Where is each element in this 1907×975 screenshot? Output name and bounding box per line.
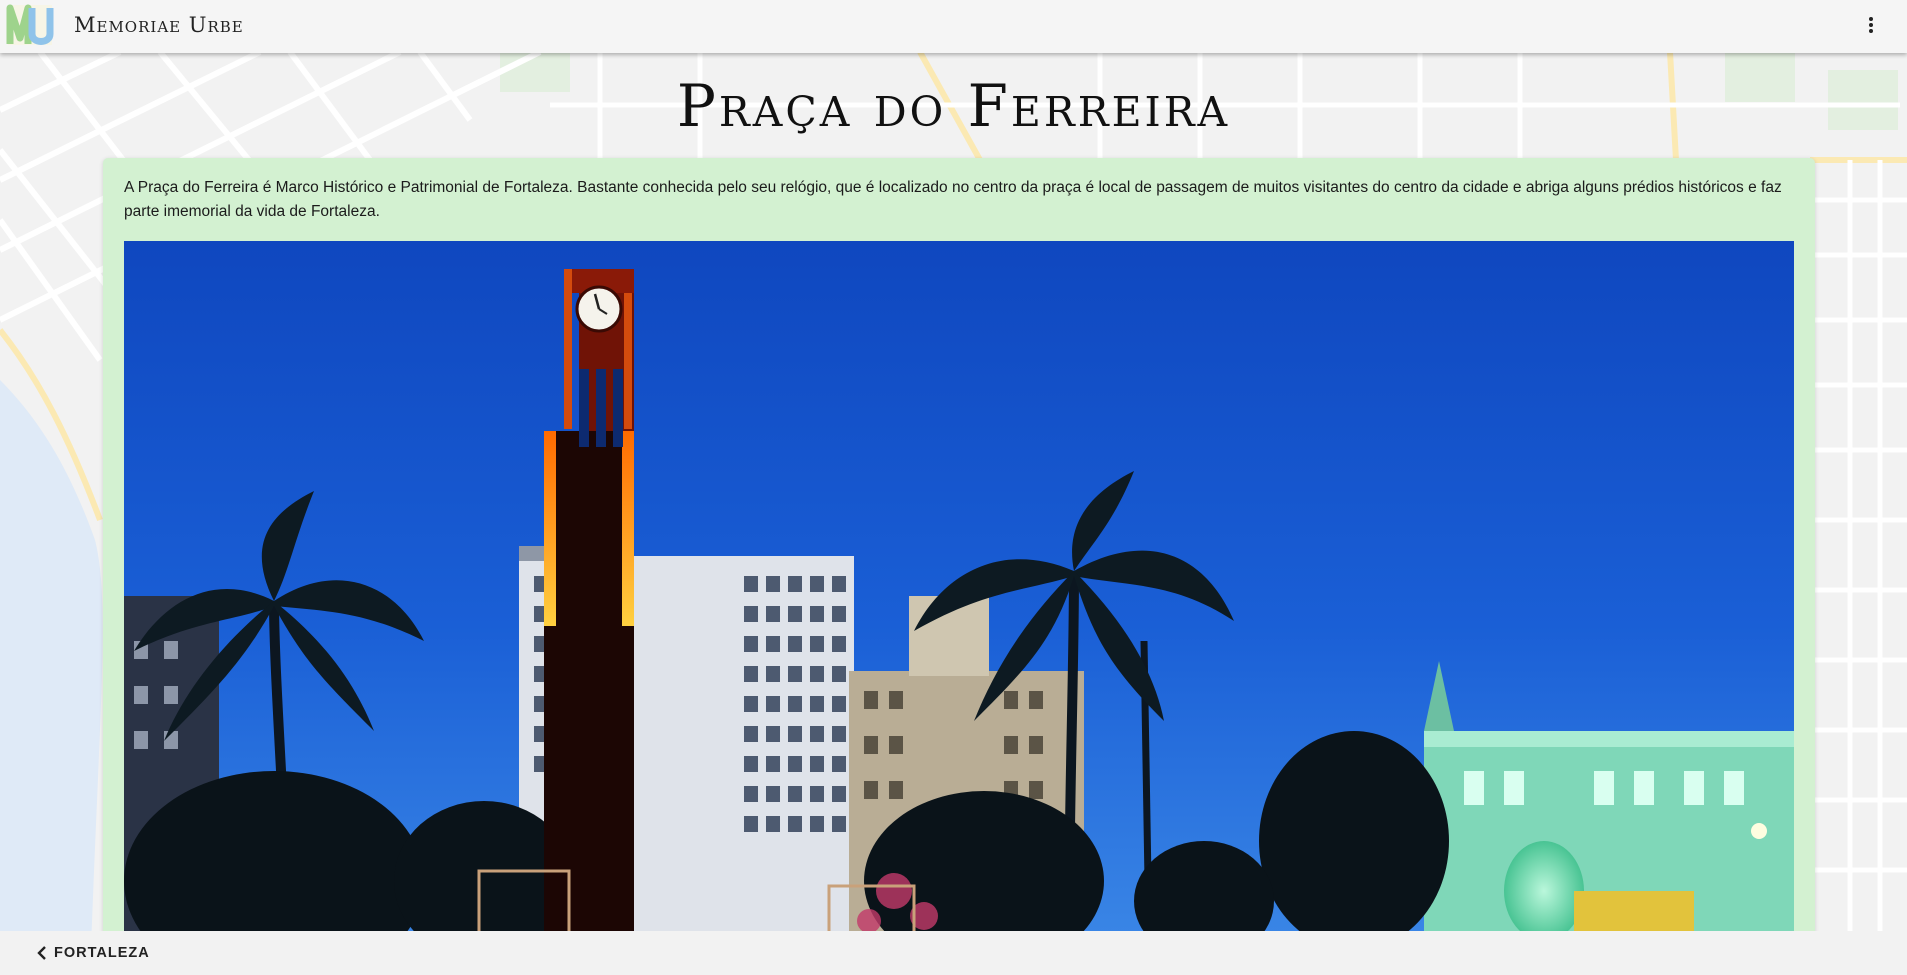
back-to-fortaleza-button[interactable]: FORTALEZA — [36, 941, 150, 965]
chevron-left-icon — [36, 945, 48, 961]
place-description: A Praça do Ferreira é Marco Histórico e … — [124, 179, 1782, 220]
more-options-button[interactable] — [1860, 10, 1882, 40]
page-title: Praça do Ferreira — [676, 72, 1231, 140]
app-title[interactable]: Memoriae Urbe — [74, 13, 244, 37]
memoriae-urbe-logo-icon[interactable] — [6, 2, 54, 48]
place-photo — [124, 241, 1794, 941]
content-card: A Praça do Ferreira é Marco Histórico e … — [103, 158, 1815, 975]
app-bar: Memoriae Urbe — [0, 0, 1907, 53]
back-link-label: FORTALEZA — [54, 945, 150, 961]
bottom-bar: FORTALEZA — [0, 931, 1907, 975]
